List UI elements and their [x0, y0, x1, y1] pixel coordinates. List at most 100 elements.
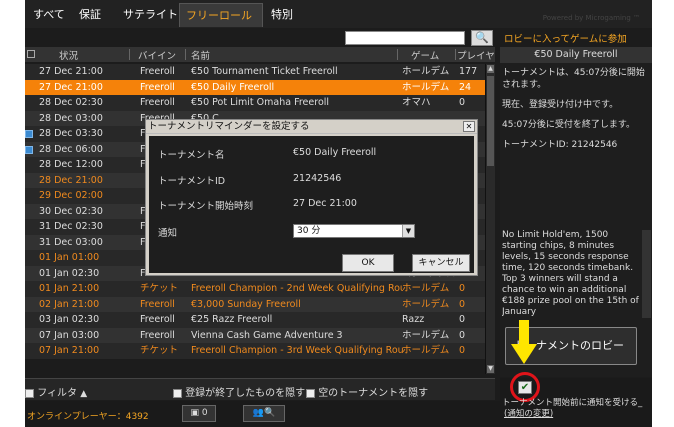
row-game: ホールデム — [402, 81, 450, 93]
start-value: 27 Dec 21:00 — [293, 198, 357, 209]
reminder-checkbox[interactable]: ✔ — [518, 381, 532, 394]
scroll-thumb[interactable] — [487, 76, 494, 166]
description-scrollbar[interactable] — [642, 230, 651, 318]
hide-empty-checkbox[interactable] — [306, 388, 315, 398]
table-row[interactable]: 03 Jan 02:30 Freeroll €25 Razz Freeroll Raz… — [25, 312, 485, 328]
col-name[interactable]: 名前 — [191, 48, 210, 62]
row-players: 0 — [459, 329, 466, 341]
row-buyin: Freeroll — [140, 66, 175, 77]
row-date: 28 Dec 03:30 — [39, 128, 103, 139]
row-game: ホールデム — [402, 283, 450, 294]
dialog-body: トーナメント名 €50 Daily Freeroll トーナメントID 2124… — [149, 136, 474, 273]
row-game: Razz — [402, 314, 425, 325]
table-row[interactable]: 27 Dec 21:00 Freeroll €50 Daily Freeroll ホー… — [25, 79, 485, 95]
notify-select[interactable]: 30 分 ▼ — [293, 224, 415, 238]
row-players: 0 — [459, 298, 466, 310]
table-count: 0 — [201, 408, 208, 418]
dialog-title: トーナメントリマインダーを設定する — [148, 121, 310, 132]
row-name: Freeroll Champion - 2nd Week Qualifying … — [191, 283, 403, 294]
table-row[interactable]: 28 Dec 02:30 Freeroll €50 Pot Limit Omaha … — [25, 95, 485, 111]
tab-guaranteed[interactable]: 保証 — [73, 3, 107, 27]
row-name: Freeroll Champion - 3rd Week Qualifying … — [191, 345, 403, 356]
name-label: トーナメント名 — [158, 150, 225, 161]
row-date: 29 Dec 02:00 — [39, 190, 103, 201]
row-date: 31 Dec 03:00 — [39, 236, 103, 248]
scroll-up-icon[interactable]: ▲ — [487, 65, 494, 73]
table-row[interactable]: 07 Jan 03:00 Freeroll Vienna Cash Game Adv… — [25, 327, 485, 343]
row-date: 01 Jan 21:00 — [39, 283, 100, 294]
table-row[interactable]: 01 Jan 21:00 チケット Freeroll Champion - 2nd … — [25, 281, 485, 297]
row-date: 28 Dec 02:30 — [39, 97, 103, 108]
row-name: €50 Pot Limit Omaha Freeroll — [191, 97, 330, 108]
find-players-button[interactable]: 👥🔍 — [243, 405, 285, 422]
table-row[interactable]: 27 Dec 21:00 Freeroll €50 Tournament Ticke… — [25, 64, 485, 80]
tab-freeroll[interactable]: フリーロール — [179, 3, 263, 27]
search-input[interactable] — [345, 31, 465, 45]
row-date: 31 Dec 02:30 — [39, 221, 103, 232]
row-date: 03 Jan 02:30 — [39, 314, 100, 325]
id-value: 21242546 — [293, 173, 342, 184]
change-reminder-link[interactable]: (通知の変更) — [504, 407, 553, 419]
table-header: 状況 バイイン 名前 ゲーム プレイヤ — [25, 47, 495, 62]
filter-toggle[interactable]: フィルタ ▲ — [25, 384, 87, 399]
row-buyin: チケット — [140, 345, 179, 356]
search-icon: 🔍 — [475, 31, 489, 44]
col-status[interactable]: 状況 — [59, 48, 78, 62]
row-date: 07 Jan 03:00 — [39, 329, 100, 341]
row-game: ホールデム — [402, 298, 450, 310]
row-date: 02 Jan 21:00 — [39, 298, 100, 310]
row-players: 0 — [459, 314, 466, 325]
table-row[interactable]: 02 Jan 21:00 Freeroll €3,000 Sunday Freero… — [25, 296, 485, 312]
hide-empty-option[interactable]: 空のトーナメントを隠す — [306, 384, 428, 399]
detail-title: €50 Daily Freeroll — [500, 47, 652, 63]
col-game[interactable]: ゲーム — [411, 48, 439, 62]
join-game-link[interactable]: ロビーに入ってゲームに参加 — [504, 31, 627, 45]
table-row[interactable]: 07 Jan 21:00 チケット Freeroll Champion - 3rd … — [25, 343, 485, 359]
col-buyin[interactable]: バイイン — [138, 48, 176, 62]
hide-closed-checkbox[interactable] — [173, 388, 182, 398]
search-button[interactable]: 🔍 — [471, 30, 493, 46]
row-buyin: チケット — [140, 283, 179, 294]
tab-all[interactable]: すべて — [27, 3, 71, 27]
row-date: 28 Dec 06:00 — [39, 143, 103, 155]
status-icon — [25, 130, 33, 138]
row-date: 30 Dec 02:30 — [39, 205, 103, 217]
tournament-description: No Limit Hold'em, 1500 starting chips, 8… — [502, 230, 639, 317]
scroll-down-icon[interactable]: ▼ — [487, 365, 494, 373]
chevron-down-icon[interactable]: ▼ — [402, 225, 414, 237]
row-game: ホールデム — [402, 66, 450, 77]
row-name: Vienna Cash Game Adventure 3 — [191, 329, 343, 341]
row-date: 28 Dec 03:00 — [39, 112, 103, 124]
col-players[interactable]: プレイヤ — [457, 48, 495, 62]
filter-checkbox[interactable] — [25, 388, 34, 398]
tournament-id: トーナメントID: 21242546 — [502, 140, 618, 150]
column-icon — [27, 50, 35, 58]
row-name: €3,000 Sunday Freeroll — [191, 298, 301, 310]
row-players: 24 — [459, 81, 472, 93]
open-tables-button[interactable]: ▣ 0 — [182, 405, 216, 422]
ok-button[interactable]: OK — [342, 254, 394, 272]
start-label: トーナメント開始時刻 — [158, 201, 254, 212]
tab-special[interactable]: 特別 — [265, 3, 299, 27]
reminder-area: ✔ トーナメント開始前に通知を受ける_ (通知の変更) — [500, 372, 652, 427]
hide-empty-label: 空のトーナメントを隠す — [318, 388, 429, 399]
reminder-dialog: トーナメントリマインダーを設定する ✕ トーナメント名 €50 Daily Fr… — [145, 119, 478, 276]
status-icon — [25, 145, 33, 154]
row-buyin: Freeroll — [140, 314, 175, 325]
tab-bar: すべて 保証 サテライト フリーロール 特別 Powered by Microg… — [25, 0, 652, 28]
row-buyin: Freeroll — [140, 81, 175, 93]
list-scrollbar[interactable]: ▲ ▼ — [485, 64, 495, 374]
row-players: 177 — [459, 66, 478, 77]
tab-satellite[interactable]: サテライト — [117, 3, 184, 27]
row-date: 28 Dec 21:00 — [39, 174, 103, 186]
close-icon[interactable]: ✕ — [463, 121, 475, 132]
hide-closed-option[interactable]: 登録が終了したものを隠す — [173, 384, 305, 399]
name-value: €50 Daily Freeroll — [293, 147, 377, 158]
cancel-button[interactable]: キャンセル — [412, 254, 470, 272]
row-name: €50 Daily Freeroll — [191, 81, 275, 93]
players-search-icon: 👥🔍 — [252, 408, 276, 418]
detail-info: トーナメントは、45:07分後に開始されます。 現在、登録受け付け中です。 45… — [500, 63, 652, 163]
row-game: ホールデム — [402, 329, 450, 341]
row-game: オマハ — [402, 97, 431, 108]
row-date: 27 Dec 21:00 — [39, 66, 103, 77]
